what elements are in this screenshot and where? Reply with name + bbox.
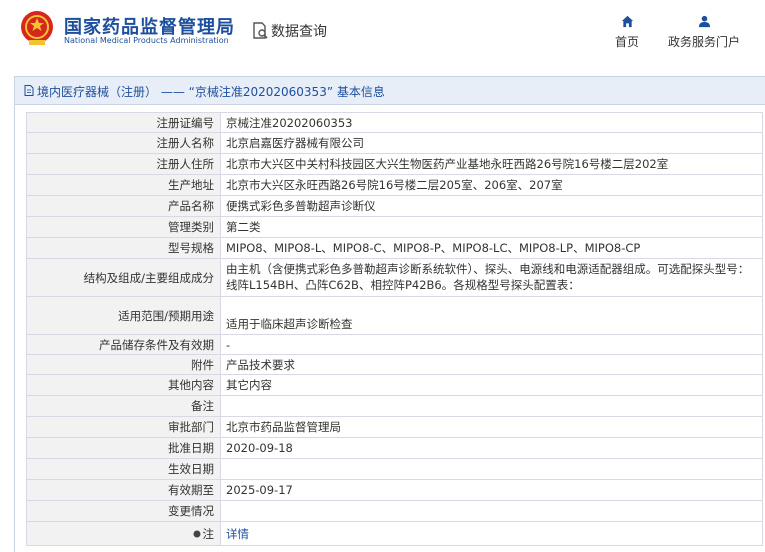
row-value: 由主机（含便携式彩色多普勒超声诊断系统软件）、探头、电源线和电源适配器组成。可选… <box>220 258 763 297</box>
home-icon <box>621 15 633 28</box>
row-label: 批准日期 <box>26 437 221 459</box>
table-row: 产品名称 便携式彩色多普勒超声诊断仪 <box>26 195 763 217</box>
row-label: 注 <box>26 521 221 546</box>
row-value: 北京市药品监督管理局 <box>220 416 763 438</box>
row-label: 型号规格 <box>26 237 221 259</box>
panel-title: 境内医疗器械（注册） —— “京械注准20202060353” 基本信息 <box>37 85 385 99</box>
table-row: 变更情况 <box>26 500 763 522</box>
row-value <box>220 395 763 417</box>
table-row: 注册人名称 北京启嘉医疗器械有限公司 <box>26 132 763 154</box>
row-label: 生效日期 <box>26 458 221 480</box>
device-info-panel: 境内医疗器械（注册） —— “京械注准20202060353” 基本信息 注册证… <box>14 76 765 552</box>
table-row: 审批部门 北京市药品监督管理局 <box>26 416 763 438</box>
row-value: 第二类 <box>220 216 763 238</box>
table-row: 管理类别 第二类 <box>26 216 763 238</box>
row-label: 有效期至 <box>26 479 221 501</box>
row-label: 注册人住所 <box>26 153 221 175</box>
row-value: 北京市大兴区永旺西路26号院16号楼二层205室、206室、207室 <box>220 174 763 196</box>
details-link[interactable]: 详情 <box>226 527 249 541</box>
table-row: 结构及组成/主要组成成分 由主机（含便携式彩色多普勒超声诊断系统软件）、探头、电… <box>26 258 763 297</box>
row-value: 京械注准20202060353 <box>220 112 763 133</box>
document-icon <box>24 85 34 96</box>
remark-label-wrap: 注 <box>193 526 215 542</box>
row-value: MIPO8、MIPO8-L、MIPO8-C、MIPO8-P、MIPO8-LC、M… <box>220 237 763 259</box>
row-value: 北京市大兴区中关村科技园区大兴生物医药产业基地永旺西路26号院16号楼二层202… <box>220 153 763 175</box>
table-row: 批准日期 2020-09-18 <box>26 437 763 459</box>
remark-label: 注 <box>202 526 215 541</box>
row-label: 备注 <box>26 395 221 417</box>
row-value: 其它内容 <box>220 374 763 396</box>
site-header: 国家药品监督管理局 National Medical Products Admi… <box>0 0 765 72</box>
row-value: 2020-09-18 <box>220 437 763 459</box>
nav-home-label: 首页 <box>614 35 639 49</box>
row-value: - <box>220 334 763 355</box>
table-row: 生效日期 <box>26 458 763 480</box>
info-table: 注册证编号 京械注准20202060353 注册人名称 北京启嘉医疗器械有限公司… <box>26 112 763 546</box>
table-row: 其他内容 其它内容 <box>26 374 763 396</box>
row-label: 注册证编号 <box>26 112 221 133</box>
table-row: 附件 产品技术要求 <box>26 354 763 375</box>
nav-service-portal[interactable]: 政务服务门户 <box>662 15 746 50</box>
row-label: 结构及组成/主要组成成分 <box>26 258 221 297</box>
row-value: 2025-09-17 <box>220 479 763 501</box>
row-label: 管理类别 <box>26 216 221 238</box>
row-value: 适用于临床超声诊断检查 <box>220 296 763 335</box>
user-icon <box>698 15 710 28</box>
table-row: 注册人住所 北京市大兴区中关村科技园区大兴生物医药产业基地永旺西路26号院16号… <box>26 153 763 175</box>
table-row: 产品储存条件及有效期 - <box>26 334 763 355</box>
panel-title-bar: 境内医疗器械（注册） —— “京械注准20202060353” 基本信息 <box>15 77 765 105</box>
bullet-icon <box>193 530 200 537</box>
data-query-label[interactable]: 数据查询 <box>271 21 327 41</box>
row-label: 附件 <box>26 354 221 375</box>
table-row: 适用范围/预期用途 适用于临床超声诊断检查 <box>26 296 763 335</box>
row-value: 北京启嘉医疗器械有限公司 <box>220 132 763 154</box>
row-label: 注册人名称 <box>26 132 221 154</box>
table-row: 生产地址 北京市大兴区永旺西路26号院16号楼二层205室、206室、207室 <box>26 174 763 196</box>
row-label: 适用范围/预期用途 <box>26 296 221 335</box>
table-row: 注册证编号 京械注准20202060353 <box>26 112 763 133</box>
row-value: 便携式彩色多普勒超声诊断仪 <box>220 195 763 217</box>
nav-home[interactable]: 首页 <box>612 15 642 50</box>
table-row: 有效期至 2025-09-17 <box>26 479 763 501</box>
row-label: 产品储存条件及有效期 <box>26 334 221 355</box>
nav-service-label: 政务服务门户 <box>667 35 740 49</box>
row-label: 其他内容 <box>26 374 221 396</box>
row-label: 变更情况 <box>26 500 221 522</box>
row-value: 详情 <box>220 521 763 546</box>
row-label: 产品名称 <box>26 195 221 217</box>
row-value <box>220 500 763 522</box>
row-value <box>220 458 763 480</box>
row-label: 生产地址 <box>26 174 221 196</box>
table-row: 型号规格 MIPO8、MIPO8-L、MIPO8-C、MIPO8-P、MIPO8… <box>26 237 763 259</box>
row-label: 审批部门 <box>26 416 221 438</box>
national-emblem-icon <box>21 11 53 45</box>
brand-name-english: National Medical Products Administration <box>64 36 229 45</box>
document-search-icon <box>253 22 268 39</box>
table-row: 注 详情 <box>26 521 763 546</box>
row-value: 产品技术要求 <box>220 354 763 375</box>
table-row: 备注 <box>26 395 763 417</box>
